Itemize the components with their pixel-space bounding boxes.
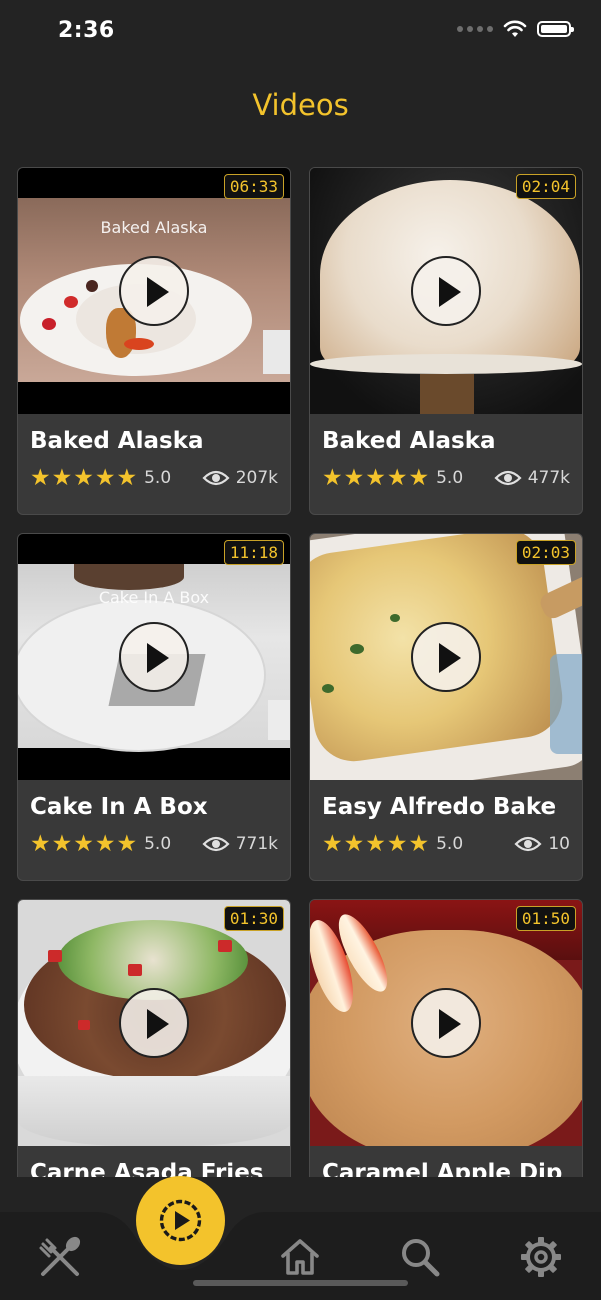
wifi-icon [503, 20, 527, 37]
rating-stars-icon: ★★★★★ [30, 465, 139, 491]
video-meta: ★★★★★ 5.0 10 [322, 832, 570, 856]
video-thumbnail[interactable]: Cake In A Box 11:18 [18, 534, 290, 780]
play-button[interactable] [119, 988, 189, 1058]
video-duration: 02:03 [515, 540, 576, 565]
view-count-value: 477k [527, 468, 570, 488]
video-overlay-text: Cake In A Box [98, 588, 210, 607]
video-duration: 11:18 [223, 540, 284, 565]
status-time: 2:36 [58, 18, 115, 43]
view-count-value: 771k [235, 834, 278, 854]
video-card[interactable]: 02:04 Baked Alaska ★★★★★ 5.0 477k [309, 167, 583, 515]
video-meta: ★★★★★ 5.0 477k [322, 466, 570, 490]
eye-icon [202, 470, 230, 486]
tab-home[interactable] [275, 1232, 325, 1282]
video-grid[interactable]: Baked Alaska 06:33 Baked Alaska ★★★★★ 5.… [17, 167, 584, 1177]
video-title[interactable]: Baked Alaska [322, 428, 496, 454]
video-duration: 01:50 [515, 906, 576, 931]
video-thumbnail[interactable]: 01:50 [310, 900, 582, 1146]
view-count: 207k [202, 468, 278, 488]
video-meta: ★★★★★ 5.0 207k [30, 466, 278, 490]
rating-value: 5.0 [144, 834, 172, 854]
video-duration: 02:04 [515, 174, 576, 199]
play-button[interactable] [411, 988, 481, 1058]
home-icon [281, 1239, 319, 1275]
eye-icon [202, 836, 230, 852]
video-title[interactable]: Easy Alfredo Bake [322, 794, 556, 820]
video-card[interactable]: 01:50 Caramel Apple Dip [309, 899, 583, 1177]
tab-recipes[interactable] [35, 1232, 85, 1282]
view-count-value: 207k [235, 468, 278, 488]
video-card[interactable]: 02:03 Easy Alfredo Bake ★★★★★ 5.0 10 [309, 533, 583, 881]
video-thumbnail[interactable]: 02:04 [310, 168, 582, 414]
status-icons [457, 20, 574, 38]
eye-icon [494, 470, 522, 486]
view-count: 771k [202, 834, 278, 854]
play-button[interactable] [119, 622, 189, 692]
play-button[interactable] [119, 256, 189, 326]
view-count: 477k [494, 468, 570, 488]
signal-dots-icon [457, 26, 493, 32]
play-video-icon [159, 1199, 202, 1242]
status-bar: 2:36 [0, 0, 601, 64]
video-title[interactable]: Baked Alaska [30, 428, 204, 454]
rating-stars-icon: ★★★★★ [322, 465, 431, 491]
video-title[interactable]: Carne Asada Fries [30, 1160, 263, 1177]
battery-icon [537, 21, 574, 37]
eye-icon [514, 836, 542, 852]
tab-settings[interactable] [516, 1232, 566, 1282]
video-thumbnail[interactable]: 02:03 [310, 534, 582, 780]
rating-value: 5.0 [144, 468, 172, 488]
fork-spoon-icon [39, 1236, 81, 1276]
play-button[interactable] [411, 622, 481, 692]
view-count-value: 10 [548, 834, 570, 854]
video-meta: ★★★★★ 5.0 771k [30, 832, 278, 856]
tab-videos-button[interactable] [136, 1176, 225, 1265]
video-duration: 06:33 [223, 174, 284, 199]
tab-search[interactable] [395, 1232, 445, 1282]
video-title[interactable]: Caramel Apple Dip [322, 1160, 562, 1177]
search-icon [402, 1239, 440, 1277]
rating-stars-icon: ★★★★★ [322, 831, 431, 857]
video-card[interactable]: 01:30 Carne Asada Fries [17, 899, 291, 1177]
rating-value: 5.0 [436, 834, 464, 854]
video-overlay-text: Baked Alaska [100, 218, 208, 237]
page-title: Videos [252, 88, 349, 122]
video-duration: 01:30 [223, 906, 284, 931]
view-count: 10 [514, 834, 570, 854]
video-title[interactable]: Cake In A Box [30, 794, 208, 820]
video-card[interactable]: Cake In A Box 11:18 Cake In A Box ★★★★★ … [17, 533, 291, 881]
play-button[interactable] [411, 256, 481, 326]
rating-value: 5.0 [436, 468, 464, 488]
rating-stars-icon: ★★★★★ [30, 831, 139, 857]
video-card[interactable]: Baked Alaska 06:33 Baked Alaska ★★★★★ 5.… [17, 167, 291, 515]
video-thumbnail[interactable]: Baked Alaska 06:33 [18, 168, 290, 414]
video-thumbnail[interactable]: 01:30 [18, 900, 290, 1146]
home-indicator [193, 1280, 408, 1286]
gear-icon [521, 1237, 561, 1277]
